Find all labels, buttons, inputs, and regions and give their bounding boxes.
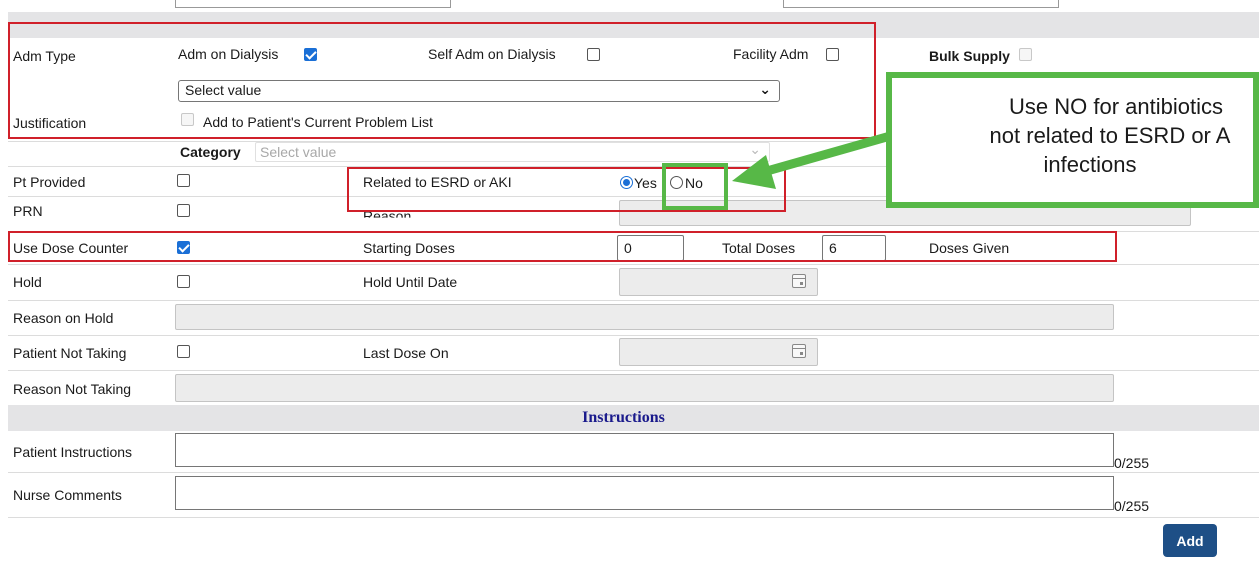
patient-instructions-label: Patient Instructions bbox=[13, 444, 133, 460]
nurse-comments-textarea[interactable] bbox=[175, 476, 1114, 510]
patient-not-taking-checkbox[interactable] bbox=[177, 345, 190, 358]
annotation-green-box-no bbox=[662, 163, 728, 210]
prn-checkbox[interactable] bbox=[177, 204, 190, 217]
callout-line-3: infections bbox=[1043, 152, 1137, 177]
patient-not-taking-label: Patient Not Taking bbox=[13, 345, 127, 361]
pt-provided-checkbox[interactable] bbox=[177, 174, 190, 187]
reason-not-taking-label: Reason Not Taking bbox=[13, 381, 132, 397]
annotation-red-box-adm bbox=[8, 22, 876, 139]
clipped-input-1 bbox=[175, 0, 451, 8]
category-select[interactable]: Select value ⌄ bbox=[255, 141, 770, 162]
last-dose-on-input[interactable] bbox=[619, 338, 818, 366]
callout-line-2: not related to ESRD or A bbox=[989, 123, 1231, 148]
category-label: Category bbox=[180, 144, 241, 160]
instructions-header-band: Instructions bbox=[8, 405, 1259, 431]
last-dose-on-label: Last Dose On bbox=[363, 345, 449, 361]
category-placeholder: Select value bbox=[260, 144, 337, 160]
clipped-input-2 bbox=[783, 0, 1059, 8]
patient-instructions-counter: 0/255 bbox=[1114, 455, 1150, 471]
top-clipped-row bbox=[0, 0, 1259, 12]
hold-label: Hold bbox=[13, 274, 42, 290]
callout-text: Use NO for antibiotics not related to ES… bbox=[880, 92, 1259, 179]
callout-line-1: Use NO for antibiotics bbox=[1009, 94, 1223, 119]
reason-not-taking-input[interactable] bbox=[175, 374, 1114, 402]
prn-label: PRN bbox=[13, 203, 43, 219]
hold-until-date-label: Hold Until Date bbox=[363, 274, 458, 290]
annotation-callout: Use NO for antibiotics not related to ES… bbox=[886, 72, 1259, 208]
hold-checkbox[interactable] bbox=[177, 275, 190, 288]
calendar-icon[interactable] bbox=[792, 344, 806, 358]
instructions-header: Instructions bbox=[582, 409, 665, 426]
calendar-icon[interactable] bbox=[792, 274, 806, 288]
reason-on-hold-label: Reason on Hold bbox=[13, 310, 114, 326]
patient-instructions-textarea[interactable] bbox=[175, 433, 1114, 467]
nurse-comments-counter: 0/255 bbox=[1114, 498, 1150, 514]
add-button[interactable]: Add bbox=[1163, 524, 1217, 557]
bulk-supply-checkbox[interactable] bbox=[1019, 48, 1032, 61]
annotation-red-box-dose bbox=[8, 231, 1117, 262]
bulk-supply-label: Bulk Supply bbox=[929, 48, 1010, 64]
nurse-comments-label: Nurse Comments bbox=[13, 487, 122, 503]
hold-until-date-input[interactable] bbox=[619, 268, 818, 296]
pt-provided-label: Pt Provided bbox=[13, 174, 86, 190]
reason-on-hold-input[interactable] bbox=[175, 304, 1114, 330]
